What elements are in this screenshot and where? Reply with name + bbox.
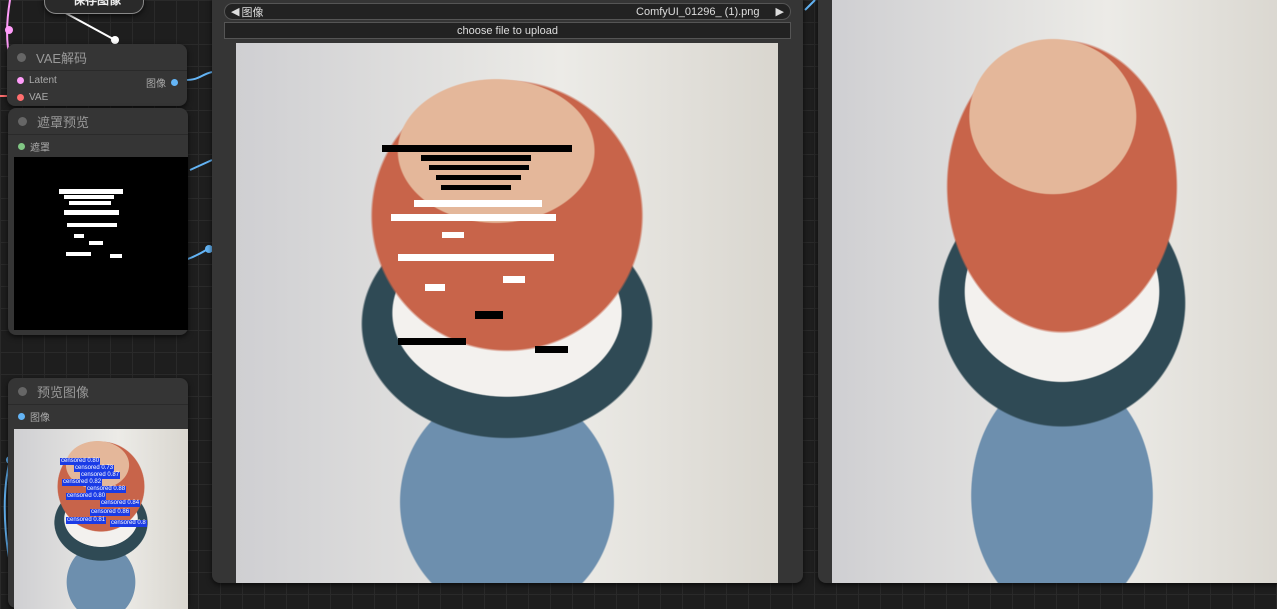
upload-button[interactable]: choose file to upload <box>224 22 791 39</box>
widget-label: 图像 <box>241 6 264 19</box>
collapse-dot-icon[interactable] <box>17 52 26 62</box>
detection-label: censored 0.80 <box>60 458 101 465</box>
slot-label: Latent <box>29 75 57 86</box>
slot-label: 图像 <box>30 413 50 424</box>
mask-image <box>14 157 188 330</box>
slot-dot-icon <box>17 94 24 101</box>
slot-label: 遮罩 <box>30 143 50 154</box>
detection-label: censored 0.82 <box>62 479 103 486</box>
slot-label: VAE <box>29 92 49 103</box>
node-title: VAE解码 <box>36 50 88 66</box>
detection-label: censored 0.8 <box>110 520 147 527</box>
next-arrow-icon[interactable]: ▶ <box>776 5 784 18</box>
node-title: 遮罩预览 <box>37 114 90 130</box>
input-latent[interactable]: Latent <box>17 75 57 86</box>
detection-label: censored 0.84 <box>100 500 141 507</box>
preview-image: censored 0.80 censored 0.73 censored 0.8… <box>14 429 188 609</box>
prev-arrow-icon[interactable]: ◀ <box>231 5 239 18</box>
collapse-dot-icon[interactable] <box>18 386 27 396</box>
node-title: 预览图像 <box>37 384 90 400</box>
save-image-node[interactable]: 保存图像 <box>44 0 144 14</box>
mask-preview-node[interactable]: 遮罩预览 遮罩 <box>8 108 188 335</box>
detection-label: censored 0.81 <box>66 517 107 524</box>
detection-label: censored 0.87 <box>80 472 121 479</box>
slot-dot-icon <box>18 143 25 150</box>
input-image[interactable]: 图像 <box>18 409 50 424</box>
collapse-dot-icon[interactable] <box>18 116 27 126</box>
filename-value: ComfyUI_01296_ (1).png <box>636 5 760 18</box>
loaded-image <box>236 43 778 583</box>
detection-label: censored 0.80 <box>66 493 107 500</box>
preview-output-node[interactable] <box>818 0 1277 583</box>
node-title: 保存图像 <box>73 0 122 7</box>
detection-label: censored 0.86 <box>90 509 131 516</box>
slot-dot-icon <box>17 77 24 84</box>
slot-dot-icon <box>171 79 178 86</box>
input-mask[interactable]: 遮罩 <box>18 139 50 154</box>
slot-label: 图像 <box>146 79 166 90</box>
slot-dot-icon <box>18 413 25 420</box>
detection-label: censored 0.88 <box>86 486 127 493</box>
detection-label: censored 0.73 <box>74 465 115 472</box>
load-image-node[interactable]: ◀ 图像 ComfyUI_01296_ (1).png ▶ choose file … <box>212 0 803 583</box>
preview-image-node[interactable]: 预览图像 图像 censored 0.80 censored 0.73 cens… <box>8 378 188 609</box>
vae-decode-node[interactable]: VAE解码 Latent VAE 图像 <box>7 44 187 106</box>
output-image <box>832 0 1277 583</box>
output-image[interactable]: 图像 <box>146 75 183 90</box>
input-vae[interactable]: VAE <box>17 92 48 103</box>
image-file-selector[interactable]: ◀ 图像 ComfyUI_01296_ (1).png ▶ <box>224 3 791 20</box>
